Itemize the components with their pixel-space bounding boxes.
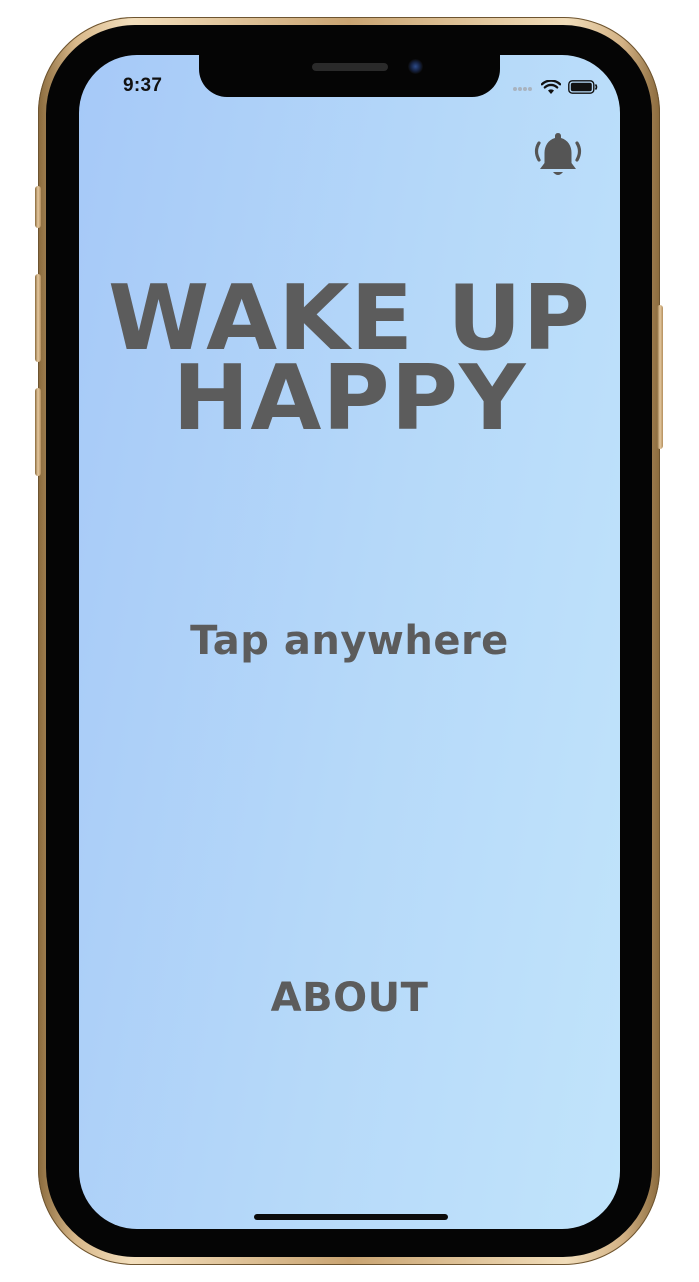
about-button[interactable]: ABOUT <box>79 975 620 1021</box>
cellular-signal-icon <box>513 87 532 91</box>
title-line-2: HAPPY <box>172 346 527 451</box>
notch <box>199 55 500 97</box>
wifi-icon <box>541 79 561 94</box>
earpiece-speaker <box>312 63 388 71</box>
volume-down-button <box>35 388 41 476</box>
front-camera <box>408 59 423 74</box>
bell-icon[interactable] <box>530 127 586 183</box>
battery-icon <box>568 80 598 94</box>
power-button <box>657 305 663 449</box>
home-indicator[interactable] <box>254 1214 448 1220</box>
app-title: WAKE UP HAPPY <box>79 274 620 451</box>
status-time: 9:37 <box>123 75 163 96</box>
volume-up-button <box>35 274 41 362</box>
tap-anywhere-prompt[interactable]: Tap anywhere <box>79 618 620 664</box>
mute-switch <box>35 186 41 228</box>
status-icons <box>512 77 598 97</box>
app-screen[interactable]: 9:37 WAKE UP HAPPY Tap anywhere ABOUT <box>79 55 620 1229</box>
device-stage: 9:37 WAKE UP HAPPY Tap anywhere ABOUT <box>0 0 699 1282</box>
